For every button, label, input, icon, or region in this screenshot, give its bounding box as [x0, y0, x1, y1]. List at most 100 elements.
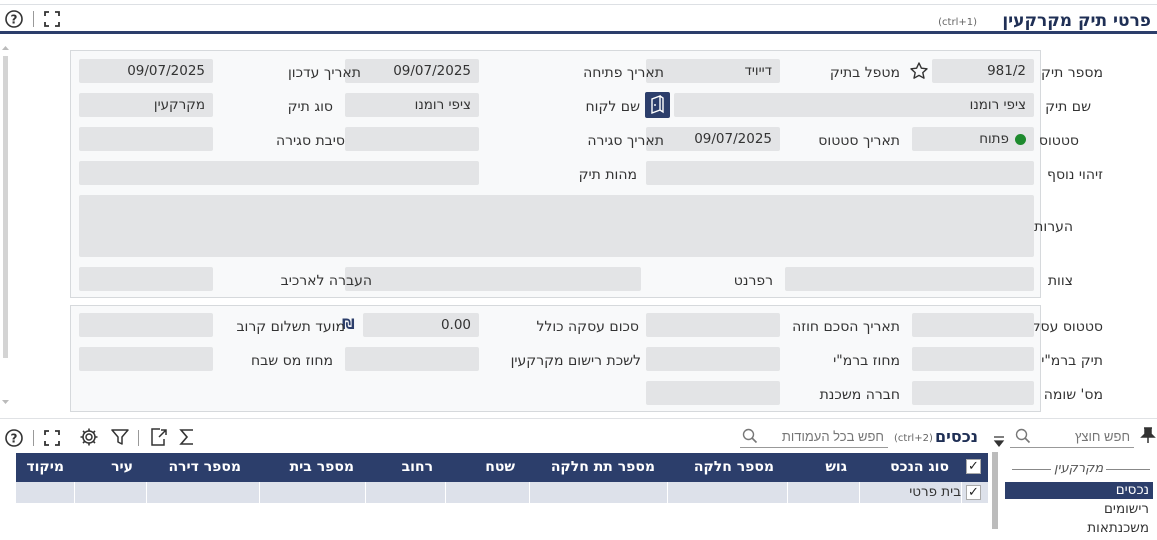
- export-icon[interactable]: [148, 427, 168, 447]
- rmi-file-label: תיק ברמ"י: [1041, 353, 1103, 369]
- row-asset-type: בית פרטי: [909, 484, 961, 500]
- assets-fullscreen-icon[interactable]: [42, 428, 62, 448]
- contract-date-field[interactable]: [646, 313, 780, 337]
- assets-help-icon[interactable]: ?: [4, 428, 24, 448]
- sum-icon[interactable]: [177, 427, 197, 447]
- file-type-field[interactable]: מקרקעין: [79, 93, 213, 117]
- pin-icon[interactable]: [1140, 426, 1156, 444]
- total-field[interactable]: 0.00: [363, 313, 479, 337]
- vertical-scrollbar[interactable]: [3, 56, 8, 358]
- client-name-label: שם לקוח: [585, 99, 640, 115]
- close-date-field[interactable]: [345, 127, 479, 151]
- cell-separator: [74, 482, 75, 503]
- assets-shortcut: (ctrl+2): [894, 433, 933, 444]
- col-area[interactable]: שטח: [485, 453, 515, 482]
- open-date-label: תאריך פתיחה: [583, 65, 664, 81]
- select-all-checkbox[interactable]: ✓: [966, 459, 981, 474]
- notes-label: הערות: [1034, 219, 1073, 235]
- registry-field[interactable]: [345, 347, 479, 371]
- close-date-label: תאריך סגירה: [587, 133, 664, 149]
- search-icon[interactable]: [742, 428, 758, 444]
- divider: [138, 430, 139, 446]
- scroll-up-icon[interactable]: [1, 44, 10, 52]
- notes-field[interactable]: [79, 195, 1034, 257]
- col-block[interactable]: גוש: [825, 453, 847, 482]
- file-type-label: סוג תיק: [287, 99, 333, 115]
- close-reason-field[interactable]: [79, 127, 213, 151]
- referent-field[interactable]: [345, 267, 641, 291]
- registry-label: לשכת רישום מקרקעין: [510, 353, 641, 369]
- col-apartment-number[interactable]: מספר דירה: [168, 453, 241, 482]
- title-bar: פרטי תיק מקרקעין (ctrl+1) ?: [0, 4, 1157, 34]
- team-field[interactable]: [785, 267, 1034, 291]
- svg-text:?: ?: [11, 432, 18, 446]
- tab-item-registrations[interactable]: רישומים: [1104, 501, 1149, 517]
- svg-text:?: ?: [11, 13, 18, 27]
- handler-label: מטפל בתיק: [829, 65, 900, 81]
- archive-field[interactable]: [79, 267, 213, 291]
- appraiser-label: מס' שומה: [1043, 387, 1103, 403]
- rmi-district-field[interactable]: [646, 347, 780, 371]
- divider: [33, 430, 34, 446]
- file-name-field[interactable]: ציפי רומנו: [674, 93, 1034, 117]
- status-field[interactable]: פתוח: [912, 127, 1034, 151]
- fullscreen-icon[interactable]: [42, 9, 62, 29]
- tab-search-icon[interactable]: [1015, 428, 1031, 444]
- star-icon[interactable]: [909, 61, 929, 81]
- col-city[interactable]: עיר: [111, 453, 133, 482]
- status-dot: [1015, 133, 1026, 145]
- file-name-label: שם תיק: [1045, 99, 1091, 115]
- tab-item-assets[interactable]: נכסים: [1116, 482, 1149, 498]
- tax-district-label: מחוז מס שבח: [251, 353, 333, 369]
- section-divider: [0, 418, 1157, 419]
- rmi-file-field[interactable]: [912, 347, 1034, 371]
- table-row[interactable]: ✓ בית פרטי: [16, 482, 988, 503]
- close-reason-label: סיבת סגירה: [276, 133, 345, 149]
- appraiser-field[interactable]: [912, 381, 1034, 405]
- cell-separator: [961, 482, 962, 503]
- scroll-down-icon[interactable]: [1, 398, 10, 406]
- status-date-label: תאריך סטטוס: [818, 133, 900, 149]
- cell-separator: [445, 482, 446, 503]
- tax-district-field[interactable]: [79, 347, 213, 371]
- gear-icon[interactable]: [79, 427, 99, 447]
- title-shortcut: (ctrl+1): [938, 17, 977, 28]
- status-value: פתוח: [979, 131, 1009, 147]
- col-subparcel[interactable]: מספר תת חלקה: [551, 453, 655, 482]
- cell-separator: [259, 482, 260, 503]
- file-nature-field[interactable]: [79, 161, 479, 185]
- cell-separator: [859, 482, 860, 503]
- col-house-number[interactable]: מספר בית: [290, 453, 354, 482]
- row-checkbox[interactable]: ✓: [966, 485, 981, 500]
- cell-separator: [787, 482, 788, 503]
- next-payment-label: מועד תשלום קרוב: [236, 319, 345, 335]
- extra-id-field[interactable]: [646, 161, 1034, 185]
- col-parcel[interactable]: מספר חלקה: [694, 453, 774, 482]
- update-date-field[interactable]: 09/07/2025: [79, 59, 213, 83]
- table-scrollbar[interactable]: [992, 452, 998, 529]
- col-zip[interactable]: מיקוד: [26, 453, 64, 482]
- handler-field[interactable]: דייויד: [646, 59, 780, 83]
- divider: [33, 11, 34, 27]
- file-number-label: מספר תיק: [1041, 65, 1103, 81]
- filter-icon[interactable]: [110, 427, 130, 447]
- cell-separator: [529, 482, 530, 503]
- assets-search-input[interactable]: [740, 426, 888, 448]
- referent-label: רפרנט: [733, 273, 773, 289]
- status-date-field[interactable]: 09/07/2025: [646, 127, 780, 151]
- tab-item-mortgages[interactable]: משכנתאות: [1087, 520, 1149, 536]
- collapse-arrow-icon[interactable]: [992, 434, 1006, 448]
- open-date-field[interactable]: 09/07/2025: [345, 59, 479, 83]
- status-label: סטטוס: [1038, 133, 1079, 149]
- file-number-field[interactable]: 981/2: [932, 59, 1034, 83]
- contact-book-icon[interactable]: [645, 92, 670, 118]
- tab-group-label: מקרקעין: [1051, 461, 1107, 476]
- next-payment-field[interactable]: [79, 313, 213, 337]
- deal-status-field[interactable]: [912, 313, 1034, 337]
- col-street[interactable]: רחוב: [402, 453, 433, 482]
- col-asset-type[interactable]: סוג הנכס: [890, 453, 949, 482]
- help-icon[interactable]: ?: [4, 9, 24, 29]
- team-label: צוות: [1047, 273, 1073, 289]
- client-name-field[interactable]: ציפי רומנו: [345, 93, 479, 117]
- mortgage-co-field[interactable]: [646, 381, 780, 405]
